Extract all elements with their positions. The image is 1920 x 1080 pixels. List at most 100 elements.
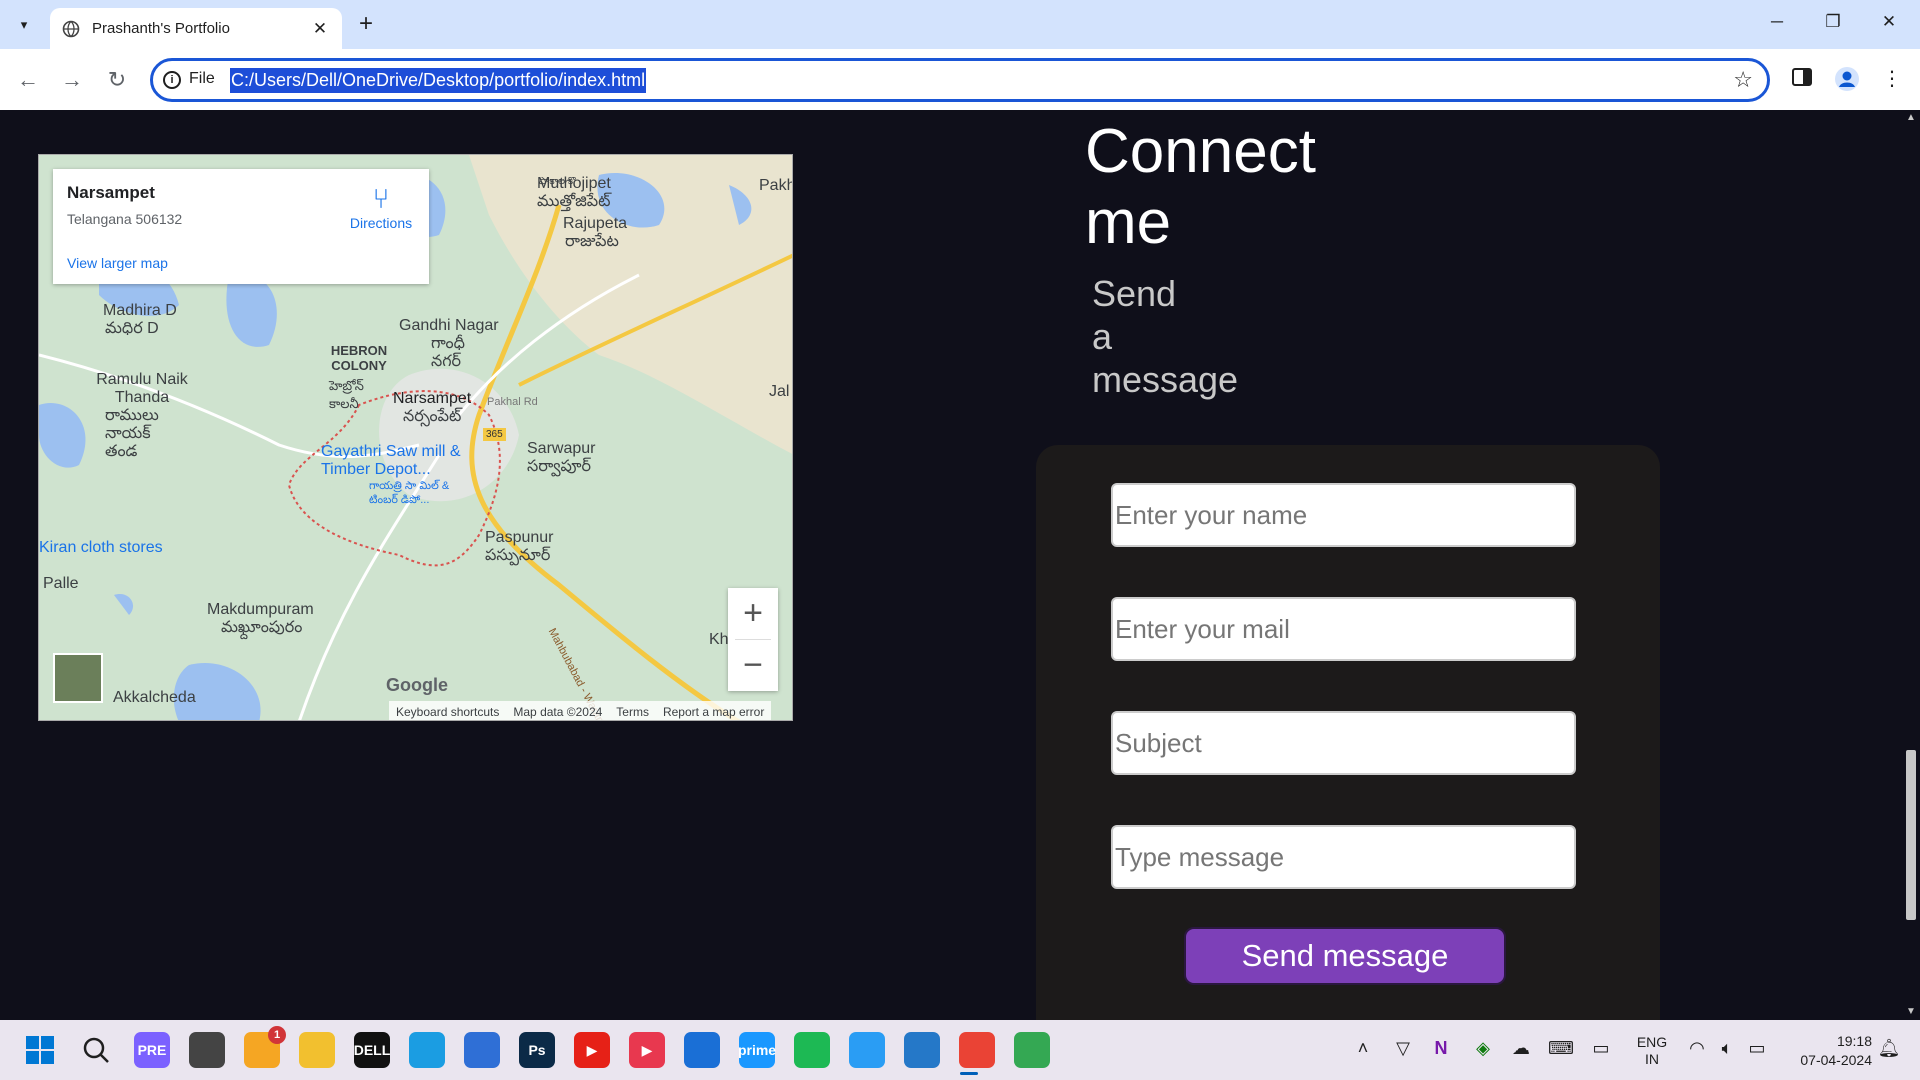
map-label: Pakh xyxy=(759,177,793,194)
taskbar-app-chrome-dev[interactable] xyxy=(1014,1032,1050,1068)
taskbar-app-mail[interactable] xyxy=(464,1032,500,1068)
address-url[interactable]: C:/Users/Dell/OneDrive/Desktop/portfolio… xyxy=(230,68,647,93)
map-label: Narsampet xyxy=(393,390,472,407)
taskbar-app-remote-app[interactable] xyxy=(684,1032,720,1068)
onenote-icon[interactable]: N xyxy=(1428,1038,1454,1059)
close-window-button[interactable]: ✕ xyxy=(1874,12,1904,36)
google-logo: Google xyxy=(386,675,448,695)
side-panel-button[interactable] xyxy=(1788,66,1816,94)
start-button[interactable] xyxy=(22,1032,58,1068)
minimize-button[interactable]: ─ xyxy=(1762,12,1792,36)
wifi-icon[interactable]: ◠ xyxy=(1684,1038,1710,1059)
browser-menu-button[interactable]: ⋮ xyxy=(1878,66,1906,94)
connect-heading: Connect me xyxy=(1085,117,1316,257)
send-message-button[interactable]: Send message xyxy=(1184,927,1506,985)
scroll-up-arrow-icon[interactable]: ▲ xyxy=(1906,112,1916,123)
subject-input[interactable] xyxy=(1111,711,1576,775)
taskbar-app-spotify[interactable] xyxy=(794,1032,830,1068)
back-button[interactable]: ← xyxy=(13,65,43,95)
contact-form: Send message xyxy=(1036,445,1660,1020)
restore-button[interactable]: ❐ xyxy=(1818,12,1848,36)
bookmark-star-icon[interactable]: ☆ xyxy=(1733,67,1753,93)
taskbar-app-prime-video[interactable]: prime xyxy=(737,1032,777,1068)
map-label: HEBRON COLONY xyxy=(330,343,388,373)
volume-icon[interactable]: 🔈︎ xyxy=(1714,1038,1740,1059)
site-info-icon[interactable]: i xyxy=(163,71,181,89)
active-app-indicator xyxy=(960,1072,978,1075)
keyboard-shortcuts-link[interactable]: Keyboard shortcuts xyxy=(389,705,506,719)
globe-icon xyxy=(62,20,80,37)
tab-close-icon[interactable]: ✕ xyxy=(310,19,330,39)
map-label: రాజుపేట xyxy=(565,233,619,250)
taskbar-app-photoshop[interactable]: Ps xyxy=(519,1032,555,1068)
map-place-card: Narsampet Telangana 506132 View larger m… xyxy=(53,169,429,284)
taskbar-app-copilot-pre[interactable]: PRE xyxy=(134,1032,170,1068)
taskbar-app-icon-copilot-pre: PRE xyxy=(137,1042,167,1058)
view-larger-map-link[interactable]: View larger map xyxy=(67,255,168,271)
taskbar-app-task-view[interactable] xyxy=(189,1032,225,1068)
profile-button[interactable] xyxy=(1833,66,1861,94)
scroll-down-arrow-icon[interactable]: ▼ xyxy=(1906,1006,1916,1017)
battery-icon[interactable]: ▭ xyxy=(1744,1038,1770,1059)
taskbar-app-wps[interactable] xyxy=(849,1032,885,1068)
taskbar-app-chrome[interactable] xyxy=(959,1032,995,1068)
map-poi-label[interactable]: Kiran cloth stores xyxy=(39,539,163,557)
taskbar-app-vscode[interactable] xyxy=(904,1032,940,1068)
forward-button[interactable]: → xyxy=(57,65,87,95)
directions-button[interactable]: ⑂ Directions xyxy=(343,183,419,233)
taskbar-app-edge[interactable] xyxy=(409,1032,445,1068)
search-icon xyxy=(83,1037,109,1063)
clock-time: 19:18 xyxy=(1836,1033,1872,1049)
map-label: Sarwapur xyxy=(527,440,596,457)
new-tab-button[interactable]: + xyxy=(352,11,380,39)
search-button[interactable] xyxy=(78,1032,114,1068)
terms-link[interactable]: Terms xyxy=(609,705,656,719)
map-layer-toggle[interactable] xyxy=(53,653,103,703)
defender-shield-icon[interactable]: ◈ xyxy=(1470,1038,1496,1059)
message-input[interactable] xyxy=(1111,825,1576,889)
map-label: Madhira D xyxy=(103,302,177,319)
taskbar-app-icon-prime-video: prime xyxy=(737,1042,777,1058)
language-code: ENG xyxy=(1636,1034,1668,1050)
page-scrollbar[interactable]: ▲ ▼ xyxy=(1902,110,1920,1020)
scrollbar-thumb[interactable] xyxy=(1906,750,1916,920)
notification-bell-icon[interactable]: 🔔︎ xyxy=(1876,1038,1902,1059)
profile-avatar-icon xyxy=(1835,67,1859,91)
taskbar-app-media-player[interactable]: ▶ xyxy=(629,1032,665,1068)
map-label: మఖ్దూంపురం xyxy=(221,619,303,636)
taskbar-app-weather[interactable]: 1 xyxy=(244,1026,286,1068)
chevron-down-icon: ▾ xyxy=(20,17,28,32)
map-zoom-controls: + − xyxy=(728,588,778,691)
map-label: హెబ్రోన్ కాలనీ xyxy=(329,378,364,411)
taskbar-app-youtube[interactable]: ▶ xyxy=(574,1032,610,1068)
tab-search-button[interactable]: ▾ xyxy=(10,11,38,39)
embedded-map[interactable]: Narsampet Telangana 506132 View larger m… xyxy=(38,154,793,721)
map-label: నర్సంపేట్ xyxy=(403,408,462,425)
map-label: Pakhal Rd xyxy=(487,396,538,408)
email-input[interactable] xyxy=(1111,597,1576,661)
touchpad-icon[interactable]: ▭ xyxy=(1588,1038,1614,1059)
address-bar[interactable]: i File C:/Users/Dell/OneDrive/Desktop/po… xyxy=(150,58,1770,102)
taskbar-app-file-explorer[interactable] xyxy=(299,1032,335,1068)
map-label: ముత్తోజిపేట్ xyxy=(537,193,611,210)
browser-tab[interactable]: Prashanth's Portfolio ✕ xyxy=(50,8,342,49)
name-input[interactable] xyxy=(1111,483,1576,547)
taskbar-app-icon-youtube: ▶ xyxy=(586,1041,598,1058)
map-poi-label[interactable]: Gayathri Saw mill & Timber Depot... xyxy=(321,443,461,479)
report-map-error-link[interactable]: Report a map error xyxy=(656,705,771,719)
zoom-in-button[interactable]: + xyxy=(728,588,778,639)
clock[interactable]: 19:18 07-04-2024 xyxy=(1782,1032,1872,1070)
reload-button[interactable]: ↻ xyxy=(102,65,132,95)
language-indicator[interactable]: ENG IN xyxy=(1636,1034,1668,1068)
keyboard-icon[interactable]: ⌨ xyxy=(1548,1038,1574,1059)
zoom-out-button[interactable]: − xyxy=(728,640,778,691)
show-hidden-icons-chevron-icon[interactable]: ˄ xyxy=(1350,1038,1376,1059)
map-label: మధిర D xyxy=(105,320,159,337)
cloud-sync-icon[interactable]: ☁ xyxy=(1508,1038,1534,1059)
tray-app-icon[interactable]: ▽ xyxy=(1390,1038,1416,1059)
map-poi-label: గాయత్రి సా మిల్ & టింబర్ డిపో... xyxy=(369,480,450,506)
map-label: గాంధీ నగర్ xyxy=(431,335,465,370)
map-label: Makdumpuram xyxy=(207,601,314,618)
taskbar-app-dell[interactable]: DELL xyxy=(354,1032,390,1068)
map-label: Gandhi Nagar xyxy=(399,317,499,334)
